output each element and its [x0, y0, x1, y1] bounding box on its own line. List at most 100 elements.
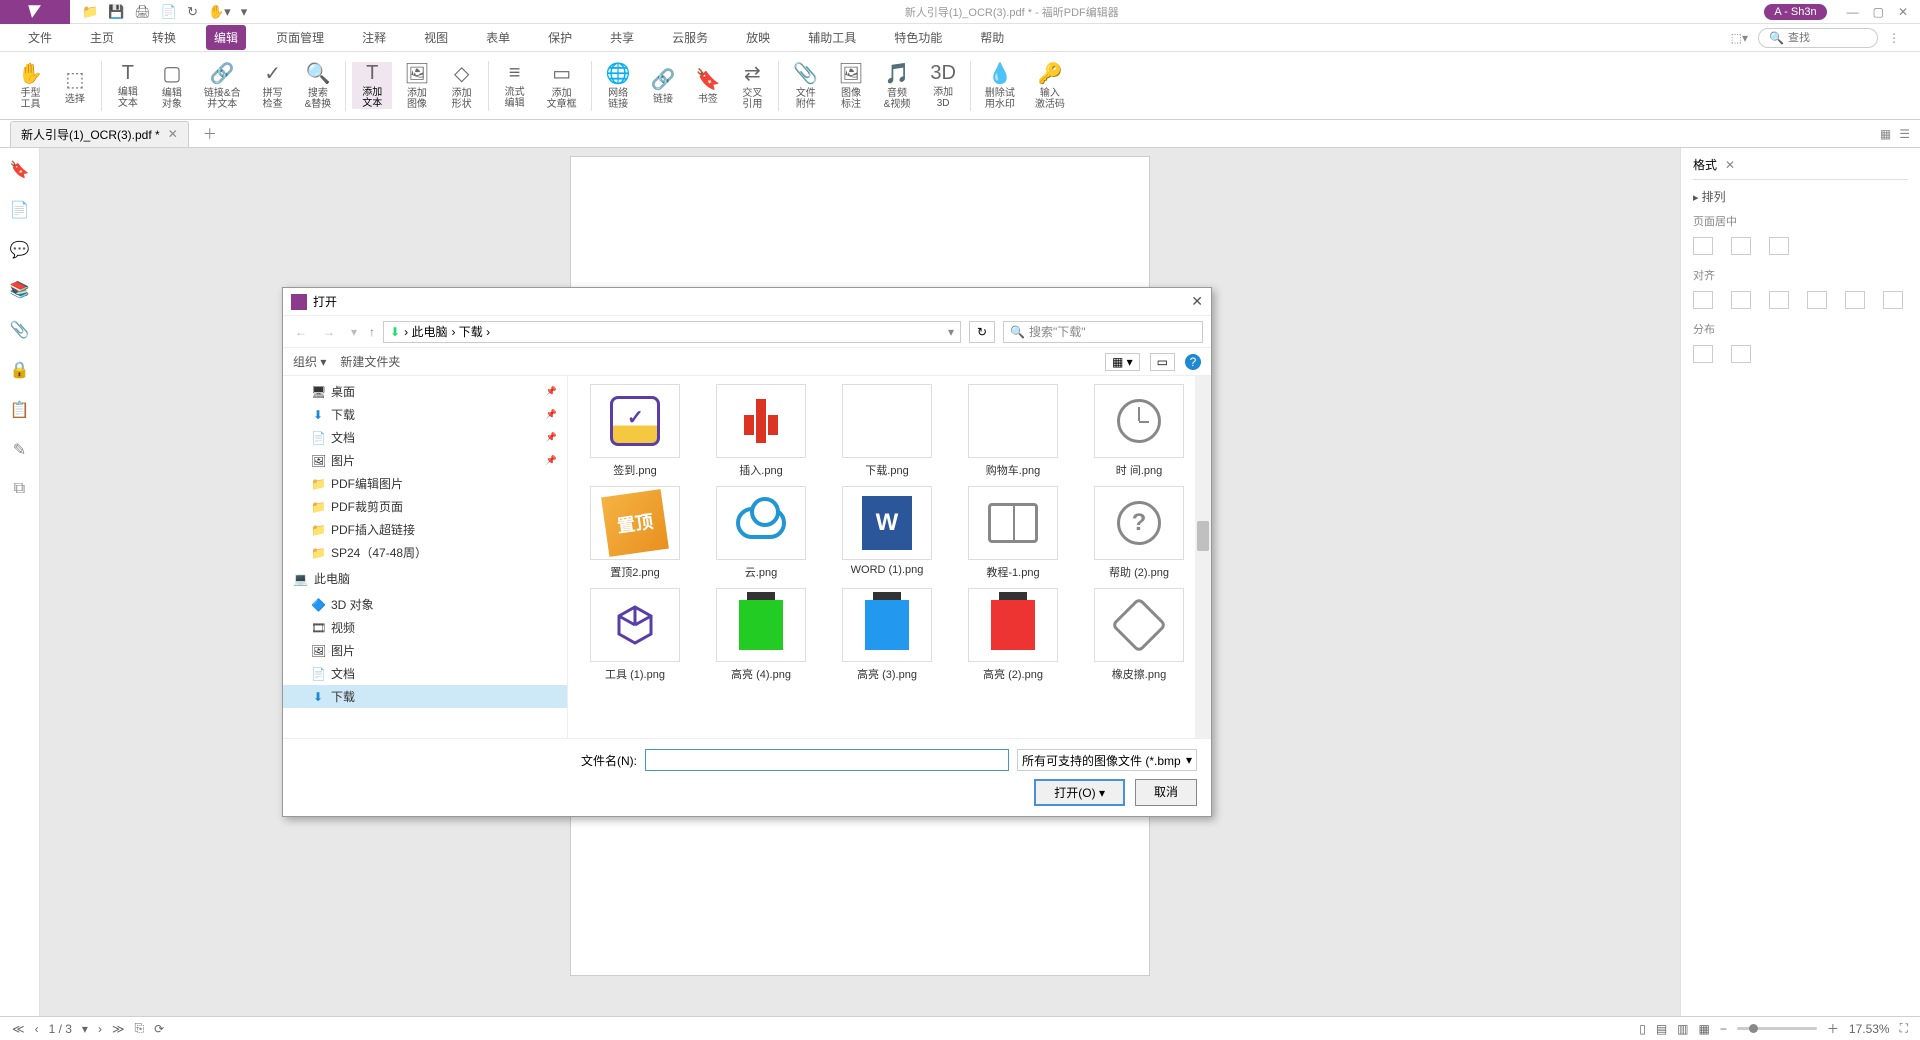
- file-item[interactable]: 橡皮擦.png: [1080, 588, 1198, 682]
- tree-node[interactable]: ⬇下载📌: [283, 403, 567, 426]
- search-input[interactable]: [1788, 32, 1868, 44]
- file-item[interactable]: 购物车.png: [954, 384, 1072, 478]
- first-page-button[interactable]: ≪: [12, 1022, 25, 1036]
- file-item[interactable]: 下载.png: [828, 384, 946, 478]
- tree-node[interactable]: 🔷3D 对象: [283, 593, 567, 616]
- menu-item-6[interactable]: 视图: [416, 25, 456, 50]
- file-item[interactable]: 教程-1.png: [954, 486, 1072, 580]
- search-box[interactable]: 🔍: [1758, 28, 1878, 48]
- qat-hand-icon[interactable]: ✋▾: [208, 4, 231, 20]
- minimize-button[interactable]: ―: [1847, 5, 1859, 19]
- menu-item-5[interactable]: 注释: [354, 25, 394, 50]
- ribbon-button[interactable]: 🔖书签: [687, 67, 728, 105]
- menu-item-13[interactable]: 特色功能: [886, 25, 950, 50]
- preview-pane-button[interactable]: ▭: [1150, 353, 1175, 371]
- path-segment-root[interactable]: › 此电脑: [404, 323, 447, 340]
- tree-node[interactable]: ⬇下载: [283, 685, 567, 708]
- menu-item-14[interactable]: 帮助: [972, 25, 1012, 50]
- file-item[interactable]: 高亮 (2).png: [954, 588, 1072, 682]
- help-button[interactable]: ?: [1185, 354, 1201, 370]
- file-item[interactable]: WWORD (1).png: [828, 486, 946, 580]
- dialog-close-button[interactable]: ✕: [1191, 293, 1203, 310]
- bookmark-panel-icon[interactable]: 🔖: [10, 160, 30, 180]
- folder-tree[interactable]: 🖥桌面📌⬇下载📌📄文档📌🖼图片📌📁PDF编辑图片📁PDF裁剪页面📁PDF插入超链…: [283, 376, 568, 738]
- open-button[interactable]: 打开(O) ▾: [1034, 779, 1125, 806]
- file-list[interactable]: 签到.png插入.png下载.png购物车.png时 间.png置顶置顶2.pn…: [568, 376, 1211, 738]
- file-item[interactable]: 签到.png: [576, 384, 694, 478]
- fields-panel-icon[interactable]: 📋: [10, 400, 30, 420]
- attachments-panel-icon[interactable]: 📎: [10, 320, 30, 340]
- ribbon-button[interactable]: ✓拼写 检查: [253, 61, 293, 110]
- ribbon-button[interactable]: ⬚选择: [55, 67, 95, 105]
- filetype-dropdown[interactable]: 所有可支持的图像文件 (*.bmp▾: [1017, 749, 1197, 771]
- path-dropdown-icon[interactable]: ▾: [948, 325, 954, 339]
- ribbon-button[interactable]: 🔗链接&合 并文本: [196, 61, 249, 110]
- ribbon-button[interactable]: ✋手型 工具: [10, 61, 51, 110]
- tree-node[interactable]: 📁SP24（47-48周）: [283, 541, 567, 564]
- nav-recent-button[interactable]: ▾: [347, 325, 361, 339]
- ribbon-button[interactable]: T添加 文本: [352, 62, 392, 109]
- nav-forward-button[interactable]: →: [319, 325, 339, 339]
- ribbon-button[interactable]: 🔑输入 激活码: [1027, 61, 1073, 110]
- qat-undo-icon[interactable]: 📄: [161, 4, 177, 20]
- tree-node[interactable]: 🖥桌面📌: [283, 380, 567, 403]
- align-bottom-button[interactable]: [1883, 291, 1903, 309]
- layers-panel-icon[interactable]: 📚: [10, 280, 30, 300]
- menu-item-8[interactable]: 保护: [540, 25, 580, 50]
- tree-node[interactable]: 🎞视频: [283, 616, 567, 639]
- tree-node[interactable]: 🖼图片: [283, 639, 567, 662]
- file-item[interactable]: 置顶置顶2.png: [576, 486, 694, 580]
- align-left-button[interactable]: [1693, 291, 1713, 309]
- view-mode-button[interactable]: ▦ ▾: [1105, 353, 1140, 371]
- ribbon-button[interactable]: 🔗链接: [643, 67, 684, 105]
- qat-redo-icon[interactable]: ↻: [187, 4, 198, 20]
- menu-item-1[interactable]: 主页: [82, 25, 122, 50]
- menu-item-11[interactable]: 放映: [738, 25, 778, 50]
- ribbon-button[interactable]: ⇄交叉 引用: [732, 61, 772, 110]
- ribbon-button[interactable]: ◇添加 形状: [442, 61, 482, 110]
- align-right-button[interactable]: [1769, 291, 1789, 309]
- qat-open-icon[interactable]: 📁: [82, 4, 98, 20]
- menu-item-4[interactable]: 页面管理: [268, 25, 332, 50]
- user-badge[interactable]: A - Sh3n: [1764, 4, 1826, 20]
- menu-more-icon[interactable]: ⋮: [1888, 31, 1900, 45]
- zoom-value[interactable]: 17.53%: [1849, 1022, 1890, 1036]
- ribbon-button[interactable]: 🎵音频 &视频: [876, 61, 919, 110]
- tree-header-pc[interactable]: 💻此电脑: [283, 564, 567, 593]
- organize-button[interactable]: 组织 ▾: [293, 353, 326, 370]
- filename-input[interactable]: [645, 749, 1009, 771]
- qat-save-icon[interactable]: 💾: [108, 4, 124, 20]
- tree-node[interactable]: 📄文档: [283, 662, 567, 685]
- ribbon-button[interactable]: 🌐网络 链接: [598, 61, 639, 110]
- ribbon-button[interactable]: 💧删除试 用水印: [977, 61, 1023, 110]
- ribbon-button[interactable]: 🖼图像 标注: [830, 61, 871, 110]
- pages-panel-icon[interactable]: 📄: [10, 200, 30, 220]
- file-item[interactable]: 高亮 (4).png: [702, 588, 820, 682]
- zoom-out-button[interactable]: −: [1720, 1022, 1727, 1036]
- signatures-panel-icon[interactable]: ✎: [13, 440, 26, 460]
- align-middle-button[interactable]: [1845, 291, 1865, 309]
- ribbon-button[interactable]: ≡流式 编辑: [495, 62, 535, 109]
- center-h-button[interactable]: [1693, 237, 1713, 255]
- menu-item-2[interactable]: 转换: [144, 25, 184, 50]
- fullscreen-icon[interactable]: ⛶: [1900, 1021, 1908, 1036]
- tree-node[interactable]: 📁PDF插入超链接: [283, 518, 567, 541]
- menu-item-0[interactable]: 文件: [20, 25, 60, 50]
- distribute-v-button[interactable]: [1731, 345, 1751, 363]
- path-bar[interactable]: ⬇ › 此电脑 › 下载 › ▾: [383, 321, 961, 343]
- next-page-button[interactable]: ›: [98, 1022, 102, 1036]
- more-panel-icon[interactable]: ⧉: [14, 480, 25, 498]
- align-center-button[interactable]: [1731, 291, 1751, 309]
- menu-item-7[interactable]: 表单: [478, 25, 518, 50]
- view-continuous-icon[interactable]: ▤: [1656, 1022, 1667, 1036]
- ribbon-button[interactable]: 📎文件 附件: [785, 61, 826, 110]
- format-tab-label[interactable]: 格式: [1693, 156, 1717, 173]
- file-item[interactable]: 插入.png: [702, 384, 820, 478]
- page-dropdown-icon[interactable]: ▾: [82, 1022, 88, 1036]
- ribbon-button[interactable]: T编辑 文本: [108, 62, 148, 109]
- menu-item-3[interactable]: 编辑: [206, 25, 246, 50]
- file-item[interactable]: 云.png: [702, 486, 820, 580]
- file-item[interactable]: 工具 (1).png: [576, 588, 694, 682]
- ribbon-button[interactable]: ▢编辑 对象: [152, 61, 192, 110]
- ribbon-button[interactable]: 3D添加 3D: [922, 62, 964, 109]
